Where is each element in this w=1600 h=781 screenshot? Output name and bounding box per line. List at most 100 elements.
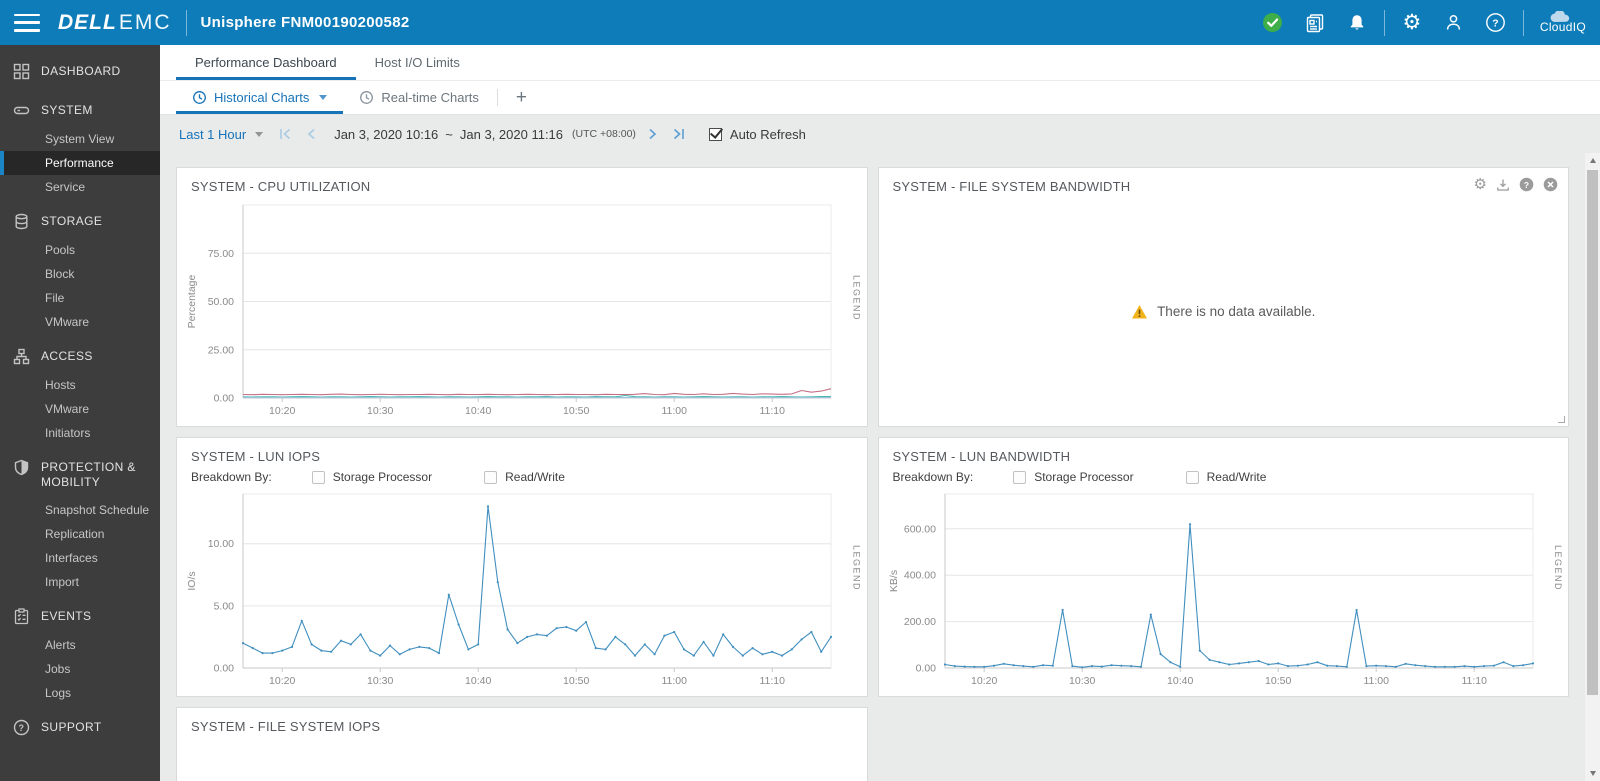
legend-expander[interactable]: LEGEND <box>852 206 862 390</box>
checkbox-label: Read/Write <box>505 470 565 484</box>
sidebar-item-alerts[interactable]: Alerts <box>0 633 160 657</box>
help-icon[interactable]: ? <box>1519 177 1534 192</box>
sidebar-item-pools[interactable]: Pools <box>0 238 160 262</box>
header-divider <box>185 9 187 36</box>
user-icon[interactable] <box>1433 0 1475 45</box>
y-axis-tick-label: 400.00 <box>903 570 935 582</box>
chart-plot-area[interactable]: 0.00 5.00 10.00 10:20 10:30 10:40 10:50 11:00 11… <box>181 488 837 692</box>
subtab-real-time-charts[interactable]: Real-time Charts <box>343 81 495 114</box>
breakdown-option-storage-processor[interactable]: Storage Processor <box>311 470 433 484</box>
checkbox[interactable] <box>484 470 498 484</box>
checkbox[interactable] <box>311 470 325 484</box>
chart-svg: 0.00 5.00 10.00 10:20 10:30 10:40 10:50 11:00 11… <box>186 493 833 687</box>
next-interval-icon[interactable] <box>648 128 658 140</box>
help-icon[interactable]: ? <box>1475 0 1517 45</box>
checkbox-label: Storage Processor <box>332 470 433 484</box>
checkbox[interactable] <box>1185 470 1199 484</box>
chart-plot-area[interactable]: 0.00 25.00 50.00 75.00 10:20 10:30 10:40 10:50 1… <box>181 199 837 422</box>
breakdown-row: Breakdown By: Storage Processor Read/Write <box>879 467 1569 486</box>
menu-icon[interactable] <box>14 13 40 32</box>
vertical-scrollbar[interactable] <box>1585 153 1600 781</box>
sidebar-section-storage[interactable]: STORAGE <box>0 205 160 238</box>
scroll-up-icon[interactable] <box>1585 153 1600 168</box>
y-axis-title: Percentage <box>186 274 198 328</box>
sidebar-item-initiators[interactable]: Initiators <box>0 421 160 445</box>
brand-dell: DELL <box>58 10 117 34</box>
checkbox[interactable] <box>1013 470 1027 484</box>
x-axis-tick-label: 11:10 <box>759 675 785 687</box>
breakdown-option-read-write[interactable]: Read/Write <box>1185 470 1266 484</box>
x-axis-tick-label: 10:50 <box>563 675 589 687</box>
system-health-ok-icon[interactable] <box>1252 0 1294 45</box>
sidebar-item-interfaces[interactable]: Interfaces <box>0 546 160 570</box>
sidebar-section-events[interactable]: EVENTS <box>0 600 160 633</box>
chevron-down-icon <box>319 95 328 100</box>
time-range-dropdown[interactable]: Last 1 Hour <box>179 127 264 142</box>
x-axis-tick-label: 11:10 <box>759 405 785 417</box>
tab-host-i-o-limits[interactable]: Host I/O Limits <box>356 45 479 80</box>
settings-icon[interactable]: ⚙ <box>1474 177 1487 192</box>
prev-interval-icon[interactable] <box>306 128 316 140</box>
export-icon[interactable] <box>1496 178 1510 192</box>
sidebar-item-vmware[interactable]: VMware <box>0 310 160 334</box>
chart-svg: 0.00 200.00 400.00 600.00 10:20 10:30 10:40 10:… <box>888 493 1534 687</box>
legend-label: LEGEND <box>851 274 862 321</box>
sidebar-section-access[interactable]: ACCESS <box>0 340 160 373</box>
access-icon <box>13 348 30 365</box>
tab-performance-dashboard[interactable]: Performance Dashboard <box>176 45 356 80</box>
subtab-label: Real-time Charts <box>381 90 479 105</box>
y-axis-tick-label: 0.00 <box>915 663 936 675</box>
legend-expander[interactable]: LEGEND <box>852 476 862 660</box>
breakdown-option-read-write[interactable]: Read/Write <box>484 470 565 484</box>
dell-emc-logo: DELL EMC <box>58 11 172 35</box>
settings-gear-icon[interactable]: ⚙ <box>1391 0 1433 45</box>
y-axis-tick-label: 50.00 <box>208 296 234 308</box>
sidebar-item-vmware[interactable]: VMware <box>0 397 160 421</box>
x-axis-tick-label: 10:50 <box>563 405 589 417</box>
sidebar-item-performance[interactable]: Performance <box>0 151 160 175</box>
time-nav-controls <box>279 128 316 140</box>
sidebar-section-dashboard[interactable]: DASHBOARD <box>0 55 160 88</box>
sidebar-item-system-view[interactable]: System View <box>0 127 160 151</box>
sidebar-section-support[interactable]: ? SUPPORT <box>0 711 160 744</box>
sidebar-item-import[interactable]: Import <box>0 570 160 594</box>
x-axis-tick-label: 11:00 <box>661 675 687 687</box>
skip-start-icon[interactable] <box>279 128 292 140</box>
jobs-icon[interactable] <box>1294 0 1336 45</box>
sidebar-item-hosts[interactable]: Hosts <box>0 373 160 397</box>
y-axis-title: KB/s <box>888 570 900 592</box>
sidebar-item-file[interactable]: File <box>0 286 160 310</box>
sidebar-item-service[interactable]: Service <box>0 175 160 199</box>
auto-refresh-toggle[interactable]: Auto Refresh <box>708 127 806 142</box>
skip-end-icon[interactable] <box>672 128 685 140</box>
protection-icon <box>13 459 30 476</box>
chart-plot-area[interactable]: 0.00 200.00 400.00 600.00 10:20 10:30 10:40 10:… <box>883 488 1539 692</box>
panel-resize-handle[interactable] <box>1558 416 1565 423</box>
x-axis-tick-label: 10:20 <box>971 675 997 687</box>
date-end: Jan 3, 2020 11:16 <box>459 126 564 142</box>
chart-line-series <box>242 388 832 396</box>
auto-refresh-checkbox[interactable] <box>708 127 722 141</box>
sidebar-section-protection-mobility[interactable]: PROTECTION & MOBILITY <box>0 451 160 498</box>
x-axis-tick-label: 11:10 <box>1461 675 1487 687</box>
subtab-historical-charts[interactable]: Historical Charts <box>176 81 344 114</box>
sidebar-item-logs[interactable]: Logs <box>0 681 160 705</box>
scroll-down-icon[interactable] <box>1585 766 1600 781</box>
add-chart-tab-button[interactable]: + <box>500 81 543 114</box>
breakdown-option-storage-processor[interactable]: Storage Processor <box>1013 470 1134 484</box>
sidebar-section-system[interactable]: SYSTEM <box>0 94 160 127</box>
sidebar-item-block[interactable]: Block <box>0 262 160 286</box>
date-start: Jan 3, 2020 10:16 <box>334 126 439 142</box>
sidebar-item-snapshot-schedule[interactable]: Snapshot Schedule <box>0 498 160 522</box>
panel-toolbar: ⚙? <box>1474 177 1558 192</box>
scrollbar-thumb[interactable] <box>1587 170 1598 695</box>
notifications-bell-icon[interactable] <box>1336 0 1378 45</box>
charts-grid: SYSTEM - CPU UTILIZATION 0.00 25.00 50.00 75… <box>160 153 1585 781</box>
sidebar-item-replication[interactable]: Replication <box>0 522 160 546</box>
dashboard-icon <box>13 63 30 80</box>
chart-svg: 0.00 25.00 50.00 75.00 10:20 10:30 10:40 10:50 1… <box>186 204 832 417</box>
close-icon[interactable] <box>1543 177 1558 192</box>
cloudiq-logo[interactable]: CloudIQ <box>1540 11 1586 34</box>
sidebar-item-jobs[interactable]: Jobs <box>0 657 160 681</box>
legend-expander[interactable]: LEGEND <box>1553 476 1563 660</box>
